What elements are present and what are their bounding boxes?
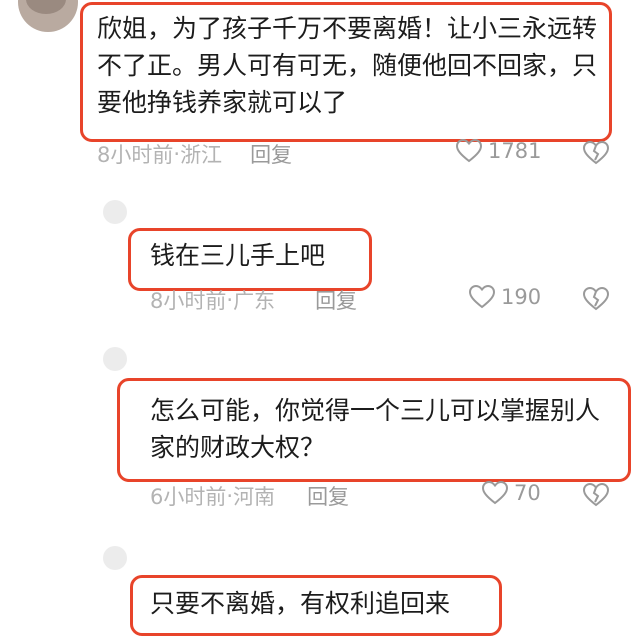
heart-icon xyxy=(456,139,482,163)
like-button[interactable]: 190 xyxy=(469,285,541,309)
avatar[interactable] xyxy=(103,546,127,570)
dislike-icon[interactable] xyxy=(583,287,609,311)
comment-time: 8小时前 xyxy=(150,289,227,313)
avatar[interactable] xyxy=(103,200,127,224)
heart-icon xyxy=(482,481,508,505)
comment-location: 河南 xyxy=(233,485,276,509)
comment-text: 钱在三儿手上吧 xyxy=(150,241,326,270)
comment-text: 怎么可能，你觉得一个三儿可以掌握别人家的财政大权？ xyxy=(150,396,601,462)
heart-icon xyxy=(469,285,495,309)
like-count: 70 xyxy=(514,481,541,505)
like-button[interactable]: 70 xyxy=(482,481,541,505)
comment-meta: 8小时前 · 浙江 回复 xyxy=(97,139,292,169)
comment-meta: 6小时前 · 河南 回复 xyxy=(150,481,349,511)
avatar[interactable] xyxy=(103,347,127,371)
avatar[interactable] xyxy=(18,0,78,32)
dislike-icon[interactable] xyxy=(583,141,609,165)
comment-time: 6小时前 xyxy=(150,485,227,509)
comment-location: 广东 xyxy=(233,289,276,313)
reply-button[interactable]: 回复 xyxy=(307,481,349,511)
comment-time: 8小时前 xyxy=(97,143,174,167)
dislike-icon[interactable] xyxy=(583,483,609,507)
like-button[interactable]: 1781 xyxy=(456,139,541,163)
reply-button[interactable]: 回复 xyxy=(250,139,292,169)
comment-location: 浙江 xyxy=(180,143,223,167)
like-count: 190 xyxy=(501,285,542,309)
comment-meta: 8小时前 · 广东 回复 xyxy=(150,285,357,315)
like-count: 1781 xyxy=(488,139,542,163)
reply-button[interactable]: 回复 xyxy=(315,285,357,315)
comment-text: 欣姐，为了孩子千万不要离婚！让小三永远转不了正。男人可有可无，随便他回不回家，只… xyxy=(97,14,598,117)
comment-text: 只要不离婚，有权利追回来 xyxy=(150,589,451,618)
